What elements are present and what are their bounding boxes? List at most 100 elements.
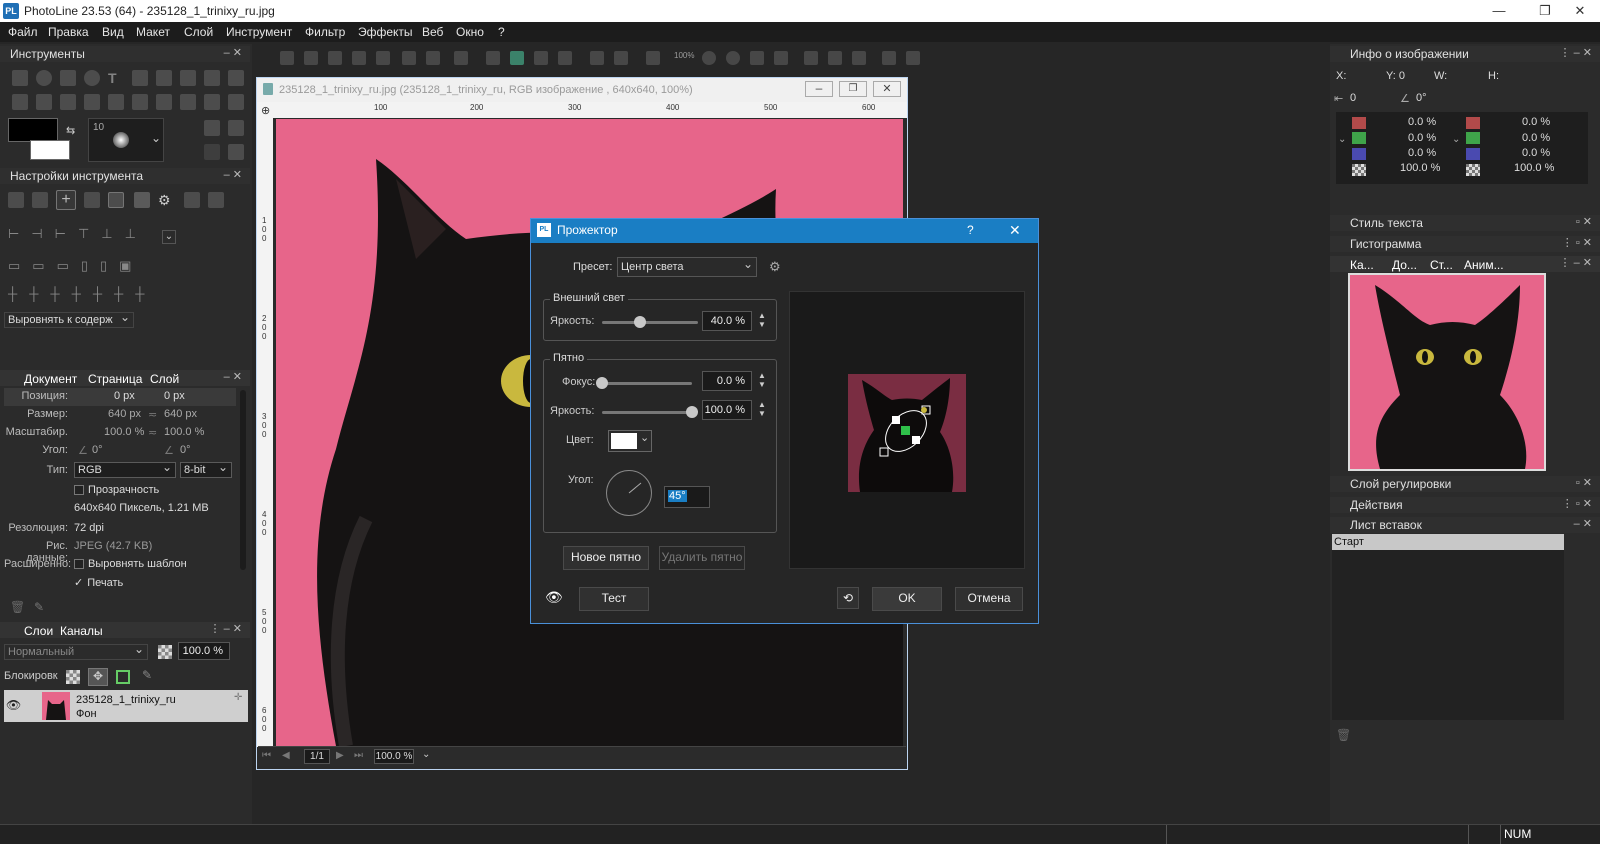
fill-tool-icon[interactable] xyxy=(84,94,100,110)
zoom-field[interactable]: 100.0 % xyxy=(374,749,414,764)
rotate-icon[interactable] xyxy=(804,51,818,65)
magic-wand-icon[interactable] xyxy=(228,70,244,86)
histogram-tool-icon[interactable] xyxy=(828,51,842,65)
gear-icon[interactable]: ⚙ xyxy=(769,259,781,275)
tab-navigator-2[interactable]: До... xyxy=(1392,258,1417,272)
circle-tool-icon[interactable] xyxy=(84,70,100,86)
trash-icon[interactable]: 🗑 xyxy=(1336,728,1351,742)
dialog-help-button[interactable]: ? xyxy=(967,223,974,237)
tab-layer[interactable]: Слой xyxy=(150,372,179,386)
page-field[interactable]: 1/1 xyxy=(304,749,330,764)
cat-export-icon[interactable] xyxy=(228,144,244,160)
doc-minimize-button[interactable]: – xyxy=(805,81,833,97)
outer-brightness-spinner[interactable]: ▲ ▼ xyxy=(756,311,768,331)
spot-color-picker[interactable]: ⌄ xyxy=(608,430,652,452)
size-w-value[interactable]: 640 px xyxy=(108,408,141,420)
chevron-down-icon[interactable]: ⌄ xyxy=(1452,134,1460,145)
menu-file[interactable]: Файл xyxy=(8,25,38,39)
tab-channels[interactable]: Каналы xyxy=(60,624,103,638)
close-icon[interactable]: ⋮ ▫ ✕ xyxy=(1562,236,1592,249)
spot-brightness-slider[interactable] xyxy=(602,411,692,414)
first-page-icon[interactable]: ⏮ xyxy=(262,750,271,761)
cut-icon[interactable] xyxy=(486,51,500,65)
pencil-tool-icon[interactable] xyxy=(36,94,52,110)
align-to-select[interactable]: Выровнять к содерж xyxy=(4,310,134,328)
tab-animation[interactable]: Аним... xyxy=(1464,258,1504,272)
focus-spinner[interactable]: ▲ ▼ xyxy=(756,371,768,391)
cat-icon[interactable] xyxy=(204,120,220,136)
gear-icon[interactable]: ⚙ xyxy=(158,192,171,209)
transform-icon[interactable] xyxy=(882,51,896,65)
levels-icon[interactable] xyxy=(852,51,866,65)
paste-new-icon[interactable] xyxy=(558,51,572,65)
doc-maximize-button[interactable]: ❐ xyxy=(839,81,867,97)
menu-window[interactable]: Окно xyxy=(456,25,484,39)
dodge-tool-icon[interactable] xyxy=(180,94,196,110)
brush-edit-icon[interactable]: ✎ xyxy=(34,600,44,614)
background-color-swatch[interactable] xyxy=(30,140,70,160)
opacity-field[interactable]: 100.0 % xyxy=(178,642,230,660)
shape-tool-icon[interactable] xyxy=(60,70,76,86)
gradient-tool-icon[interactable] xyxy=(108,94,124,110)
brush-tool-icon[interactable] xyxy=(12,94,28,110)
sparkle-tool-icon[interactable] xyxy=(228,94,244,110)
last-page-icon[interactable]: ⏭ xyxy=(354,750,363,761)
eraser-tool-icon[interactable] xyxy=(60,94,76,110)
clip-sheet-header[interactable]: Лист вставок – ✕ xyxy=(1330,517,1600,533)
close-icon[interactable]: ▫ ✕ xyxy=(1576,215,1592,228)
menu-layer[interactable]: Слой xyxy=(184,25,213,39)
grid-toggle-icon[interactable] xyxy=(906,51,920,65)
angle-1-value[interactable]: 0° xyxy=(92,444,103,456)
ellipse-tool-icon[interactable] xyxy=(36,70,52,86)
back-icon[interactable] xyxy=(402,51,416,65)
outer-brightness-field[interactable]: 40.0 % xyxy=(702,311,752,331)
zoom-in-icon[interactable] xyxy=(702,51,716,65)
new-doc-icon[interactable] xyxy=(280,51,294,65)
close-icon[interactable]: – ✕ xyxy=(1574,517,1592,530)
arrow-tool-icon[interactable] xyxy=(12,70,28,86)
menu-web[interactable]: Веб xyxy=(422,25,443,39)
close-icon[interactable]: ⋮ – ✕ xyxy=(210,622,242,635)
eyedropper-icon[interactable] xyxy=(646,51,660,65)
angle-2-value[interactable]: 0° xyxy=(180,444,191,456)
doc-close-button[interactable]: ✕ xyxy=(873,81,901,97)
paste-icon[interactable] xyxy=(534,51,548,65)
scale-y-value[interactable]: 100.0 % xyxy=(164,426,204,438)
eye-icon[interactable]: 👁 xyxy=(545,589,563,606)
clip-item[interactable]: Старт xyxy=(1332,534,1564,550)
lock-position-icon[interactable]: ✥ xyxy=(88,668,108,686)
outer-brightness-knob[interactable] xyxy=(634,316,647,328)
spot-brightness-spinner[interactable]: ▲ ▼ xyxy=(756,400,768,420)
close-icon[interactable]: ⋮ – ✕ xyxy=(1560,46,1592,59)
save-icon[interactable] xyxy=(352,51,366,65)
plus-icon[interactable]: + xyxy=(56,190,76,210)
next-page-icon[interactable]: ▶ xyxy=(336,750,344,761)
lock-paint-icon[interactable]: ✎ xyxy=(142,668,152,682)
pen-tool-icon[interactable] xyxy=(180,70,196,86)
close-icon[interactable]: ▫ ✕ xyxy=(1576,476,1592,489)
tab-page[interactable]: Страница xyxy=(88,372,142,386)
zoom-out-icon[interactable] xyxy=(726,51,740,65)
export-icon[interactable] xyxy=(376,51,390,65)
outer-brightness-slider[interactable] xyxy=(602,321,698,324)
menu-layout[interactable]: Макет xyxy=(136,25,170,39)
crop-tool-icon[interactable] xyxy=(156,70,172,86)
menu-tool[interactable]: Инструмент xyxy=(226,25,292,39)
position-x-value[interactable]: 0 px xyxy=(114,390,135,402)
chevron-down-icon[interactable]: ⌄ xyxy=(151,131,161,145)
close-icon[interactable]: – ✕ xyxy=(224,370,242,383)
text-style-header[interactable]: Стиль текста ▫ ✕ xyxy=(1330,215,1600,231)
copy-icon[interactable] xyxy=(510,51,524,65)
histogram-header[interactable]: Гистограмма ⋮ ▫ ✕ xyxy=(1330,236,1600,252)
focus-slider[interactable] xyxy=(602,382,692,385)
ok-button[interactable]: OK xyxy=(872,587,942,611)
chevron-down-icon[interactable]: ⌄ xyxy=(1338,134,1346,145)
actions-header[interactable]: Действия ⋮ ▫ ✕ xyxy=(1330,497,1600,513)
menu-effects[interactable]: Эффекты xyxy=(358,25,413,39)
text-tool-icon[interactable]: T xyxy=(108,70,124,86)
focus-knob[interactable] xyxy=(596,377,608,389)
preview-area[interactable] xyxy=(789,291,1025,569)
lock-crop-icon[interactable] xyxy=(116,670,130,684)
align-template-checkbox[interactable]: Выровнять шаблон xyxy=(74,558,187,570)
foreground-color-swatch[interactable] xyxy=(8,118,58,142)
